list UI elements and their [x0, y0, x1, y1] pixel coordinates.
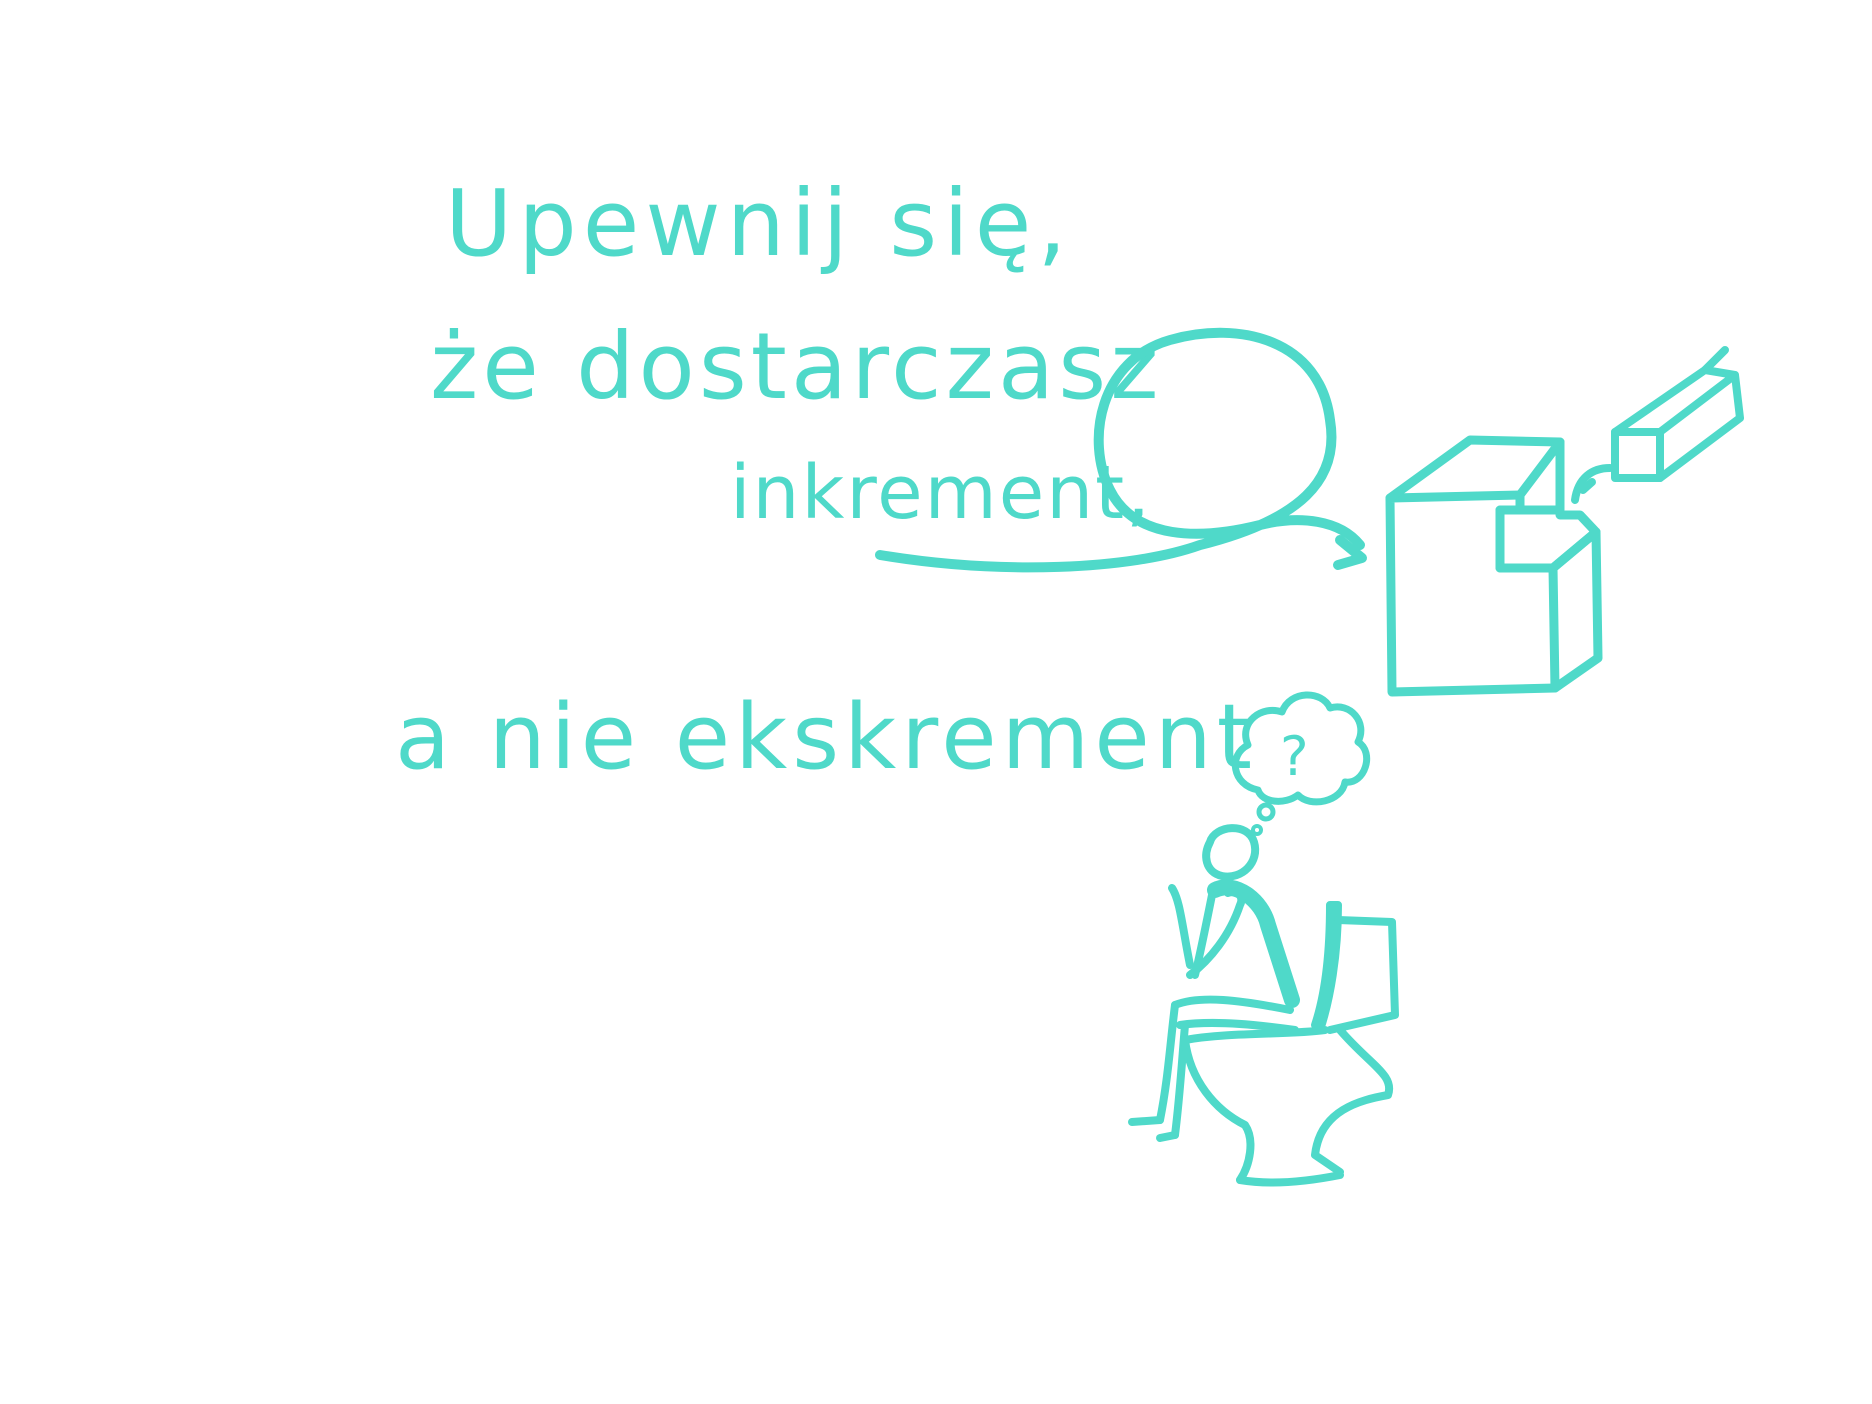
- text-line-1: Upewnij się,: [445, 170, 1073, 277]
- text-line-2: że dostarczasz: [430, 313, 1162, 420]
- puzzle-piece-icon: [1571, 346, 1744, 504]
- thought-question-mark: ?: [1280, 725, 1309, 788]
- headline-text: Upewnij się, że dostarczasz inkrement, a…: [395, 170, 1257, 790]
- text-line-3: inkrement,: [730, 450, 1152, 536]
- person-on-toilet-icon: [1128, 824, 1399, 1187]
- cube-icon: [1385, 435, 1603, 697]
- text-line-4: a nie ekskrement: [395, 685, 1257, 790]
- sketch-canvas: Upewnij się, że dostarczasz inkrement, a…: [395, 170, 1744, 1187]
